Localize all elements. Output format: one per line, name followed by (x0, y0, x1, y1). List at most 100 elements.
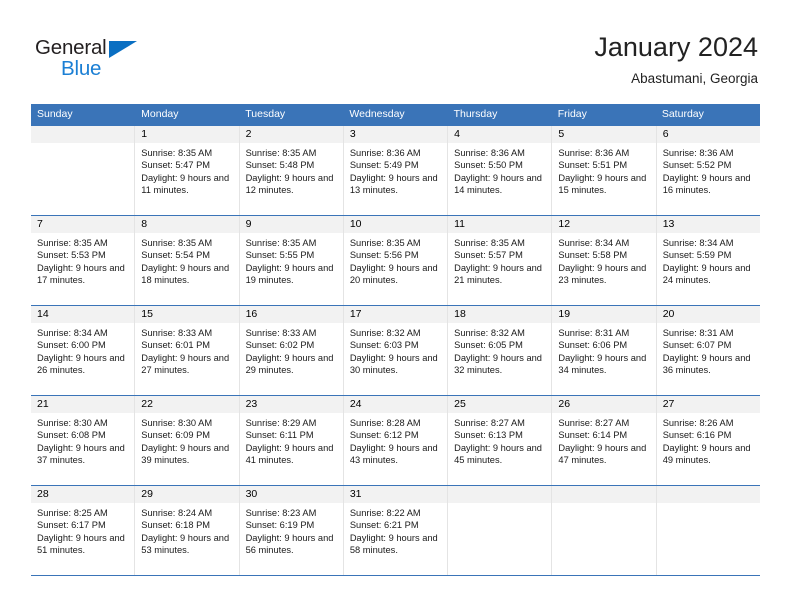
daylight-text: Daylight: 9 hours and 51 minutes. (37, 532, 125, 556)
day-cell-empty (31, 126, 136, 215)
sunset-text: Sunset: 5:53 PM (37, 250, 106, 261)
day-sun-info: Sunrise: 8:35 AM Sunset: 5:55 PM Daylight:… (240, 233, 343, 287)
day-sun-info: Sunrise: 8:32 AM Sunset: 6:05 PM Daylight:… (448, 323, 551, 377)
day-cell[interactable]: 18 Sunrise: 8:32 AM Sunset: 6:05 PM Dayligh… (448, 306, 553, 395)
sunset-text: Sunset: 6:11 PM (245, 430, 314, 441)
day-sun-info: Sunrise: 8:36 AM Sunset: 5:49 PM Daylight:… (344, 143, 447, 197)
day-sun-info: Sunrise: 8:34 AM Sunset: 5:59 PM Daylight:… (657, 233, 760, 287)
sunset-text: Sunset: 6:09 PM (141, 430, 211, 441)
day-cell[interactable]: 17 Sunrise: 8:32 AM Sunset: 6:03 PM Dayligh… (343, 306, 449, 395)
sunset-text: Sunset: 6:17 PM (37, 520, 106, 531)
day-sun-info: Sunrise: 8:35 AM Sunset: 5:57 PM Daylight:… (448, 233, 551, 287)
day-cell[interactable]: 29 Sunrise: 8:24 AM Sunset: 6:18 PM Dayligh… (135, 486, 240, 575)
day-number: 12 (552, 216, 656, 233)
day-cell[interactable]: 19 Sunrise: 8:31 AM Sunset: 6:06 PM Dayligh… (552, 306, 657, 395)
day-cell[interactable]: 11 Sunrise: 8:35 AM Sunset: 5:57 PM Dayligh… (448, 216, 553, 305)
day-cell[interactable]: 4 Sunrise: 8:36 AM Sunset: 5:50 PM Daylight… (448, 126, 553, 215)
day-number: 9 (239, 216, 343, 233)
day-sun-info: Sunrise: 8:31 AM Sunset: 6:06 PM Daylight:… (552, 323, 655, 377)
day-cell[interactable]: 24 Sunrise: 8:28 AM Sunset: 6:12 PM Dayligh… (343, 396, 449, 485)
day-sun-info: Sunrise: 8:35 AM Sunset: 5:48 PM Daylight:… (240, 143, 343, 197)
daylight-text: Daylight: 9 hours and 14 minutes. (454, 172, 542, 196)
sunrise-text: Sunrise: 8:24 AM (141, 508, 213, 518)
sunrise-text: Sunrise: 8:26 AM (662, 418, 734, 428)
day-cell[interactable]: 3 Sunrise: 8:36 AM Sunset: 5:49 PM Daylight… (343, 126, 449, 215)
day-cell[interactable]: 14 Sunrise: 8:34 AM Sunset: 6:00 PM Dayligh… (31, 306, 136, 395)
day-number: 27 (656, 396, 760, 413)
day-cell[interactable]: 15 Sunrise: 8:33 AM Sunset: 6:01 PM Dayligh… (135, 306, 240, 395)
day-cell[interactable]: 2 Sunrise: 8:35 AM Sunset: 5:48 PM Daylight… (239, 126, 344, 215)
day-cell[interactable]: 10 Sunrise: 8:35 AM Sunset: 5:56 PM Dayligh… (343, 216, 449, 305)
day-number: 4 (448, 126, 552, 143)
sunset-text: Sunset: 5:52 PM (662, 160, 732, 171)
day-sun-info: Sunrise: 8:27 AM Sunset: 6:14 PM Daylight:… (552, 413, 655, 467)
day-cell[interactable]: 1 Sunrise: 8:35 AM Sunset: 5:47 PM Daylight… (135, 126, 240, 215)
sunrise-text: Sunrise: 8:35 AM (141, 148, 213, 158)
day-cell[interactable]: 6 Sunrise: 8:36 AM Sunset: 5:52 PM Daylight… (656, 126, 760, 215)
day-cell-empty (448, 486, 553, 575)
sunrise-text: Sunrise: 8:36 AM (454, 148, 525, 158)
day-number: 13 (656, 216, 760, 233)
day-cell[interactable]: 20 Sunrise: 8:31 AM Sunset: 6:07 PM Dayligh… (656, 306, 760, 395)
logo-triangle-icon (109, 41, 137, 58)
day-cell[interactable]: 13 Sunrise: 8:34 AM Sunset: 5:59 PM Dayligh… (656, 216, 760, 305)
sunset-text: Sunset: 5:57 PM (454, 250, 523, 261)
sunset-text: Sunset: 6:13 PM (454, 430, 523, 441)
daylight-text: Daylight: 9 hours and 47 minutes. (558, 442, 647, 466)
sunrise-text: Sunrise: 8:33 AM (141, 328, 213, 338)
sunset-text: Sunset: 6:03 PM (349, 340, 419, 351)
day-number: 26 (552, 396, 656, 413)
daylight-text: Daylight: 9 hours and 24 minutes. (662, 262, 751, 286)
day-number (31, 126, 135, 143)
sunset-text: Sunset: 5:47 PM (141, 160, 211, 171)
sunset-text: Sunset: 6:14 PM (558, 430, 628, 441)
day-number: 30 (239, 486, 343, 503)
day-number: 17 (343, 306, 448, 323)
day-cell[interactable]: 8 Sunrise: 8:35 AM Sunset: 5:54 PM Daylight… (135, 216, 240, 305)
daylight-text: Daylight: 9 hours and 19 minutes. (245, 262, 334, 286)
day-cell-empty (656, 486, 760, 575)
page-title: January 2024 (594, 32, 758, 62)
day-cell[interactable]: 9 Sunrise: 8:35 AM Sunset: 5:55 PM Daylight… (239, 216, 344, 305)
day-number: 18 (448, 306, 552, 323)
day-cell[interactable]: 22 Sunrise: 8:30 AM Sunset: 6:09 PM Dayligh… (135, 396, 240, 485)
day-number: 28 (31, 486, 135, 503)
logo-text-blue: Blue (61, 57, 102, 80)
day-cell[interactable]: 23 Sunrise: 8:29 AM Sunset: 6:11 PM Dayligh… (239, 396, 344, 485)
sunset-text: Sunset: 6:18 PM (141, 520, 211, 531)
weekday-header-thursday: Thursday (453, 108, 498, 120)
day-number: 7 (31, 216, 135, 233)
daylight-text: Daylight: 9 hours and 45 minutes. (454, 442, 542, 466)
day-cell[interactable]: 16 Sunrise: 8:33 AM Sunset: 6:02 PM Dayligh… (239, 306, 344, 395)
day-cell[interactable]: 7 Sunrise: 8:35 AM Sunset: 5:53 PM Daylight… (31, 216, 136, 305)
day-cell[interactable]: 25 Sunrise: 8:27 AM Sunset: 6:13 PM Dayligh… (448, 396, 553, 485)
sunrise-text: Sunrise: 8:36 AM (662, 148, 734, 158)
day-number: 22 (135, 396, 239, 413)
day-cell[interactable]: 28 Sunrise: 8:25 AM Sunset: 6:17 PM Dayligh… (31, 486, 136, 575)
day-sun-info: Sunrise: 8:36 AM Sunset: 5:51 PM Daylight:… (552, 143, 655, 197)
sunset-text: Sunset: 6:06 PM (558, 340, 628, 351)
sunrise-text: Sunrise: 8:25 AM (37, 508, 108, 518)
day-cell[interactable]: 12 Sunrise: 8:34 AM Sunset: 5:58 PM Dayligh… (552, 216, 657, 305)
day-number: 29 (135, 486, 239, 503)
day-number (448, 486, 552, 503)
day-cell[interactable]: 31 Sunrise: 8:22 AM Sunset: 6:21 PM Dayligh… (343, 486, 449, 575)
calendar-page: General Blue January 2024 Abastumani, Ge… (0, 0, 792, 612)
day-sun-info: Sunrise: 8:25 AM Sunset: 6:17 PM Daylight:… (31, 503, 134, 557)
day-cell[interactable]: 27 Sunrise: 8:26 AM Sunset: 6:16 PM Dayligh… (656, 396, 760, 485)
day-cell[interactable]: 21 Sunrise: 8:30 AM Sunset: 6:08 PM Dayligh… (31, 396, 136, 485)
sunrise-text: Sunrise: 8:30 AM (37, 418, 108, 428)
sunrise-text: Sunrise: 8:31 AM (558, 328, 630, 338)
day-cell[interactable]: 5 Sunrise: 8:36 AM Sunset: 5:51 PM Daylight… (552, 126, 657, 215)
day-sun-info: Sunrise: 8:35 AM Sunset: 5:54 PM Daylight:… (135, 233, 238, 287)
day-cell[interactable]: 26 Sunrise: 8:27 AM Sunset: 6:14 PM Dayligh… (552, 396, 657, 485)
day-sun-info: Sunrise: 8:35 AM Sunset: 5:53 PM Daylight:… (31, 233, 134, 287)
day-sun-info: Sunrise: 8:36 AM Sunset: 5:50 PM Daylight:… (448, 143, 551, 197)
sunset-text: Sunset: 6:12 PM (349, 430, 419, 441)
day-cell[interactable]: 30 Sunrise: 8:23 AM Sunset: 6:19 PM Dayligh… (239, 486, 344, 575)
daylight-text: Daylight: 9 hours and 41 minutes. (245, 442, 334, 466)
weekday-header-friday: Friday (557, 108, 587, 120)
daylight-text: Daylight: 9 hours and 11 minutes. (141, 172, 230, 196)
daylight-text: Daylight: 9 hours and 49 minutes. (662, 442, 751, 466)
weekday-header-saturday: Saturday (661, 108, 704, 120)
